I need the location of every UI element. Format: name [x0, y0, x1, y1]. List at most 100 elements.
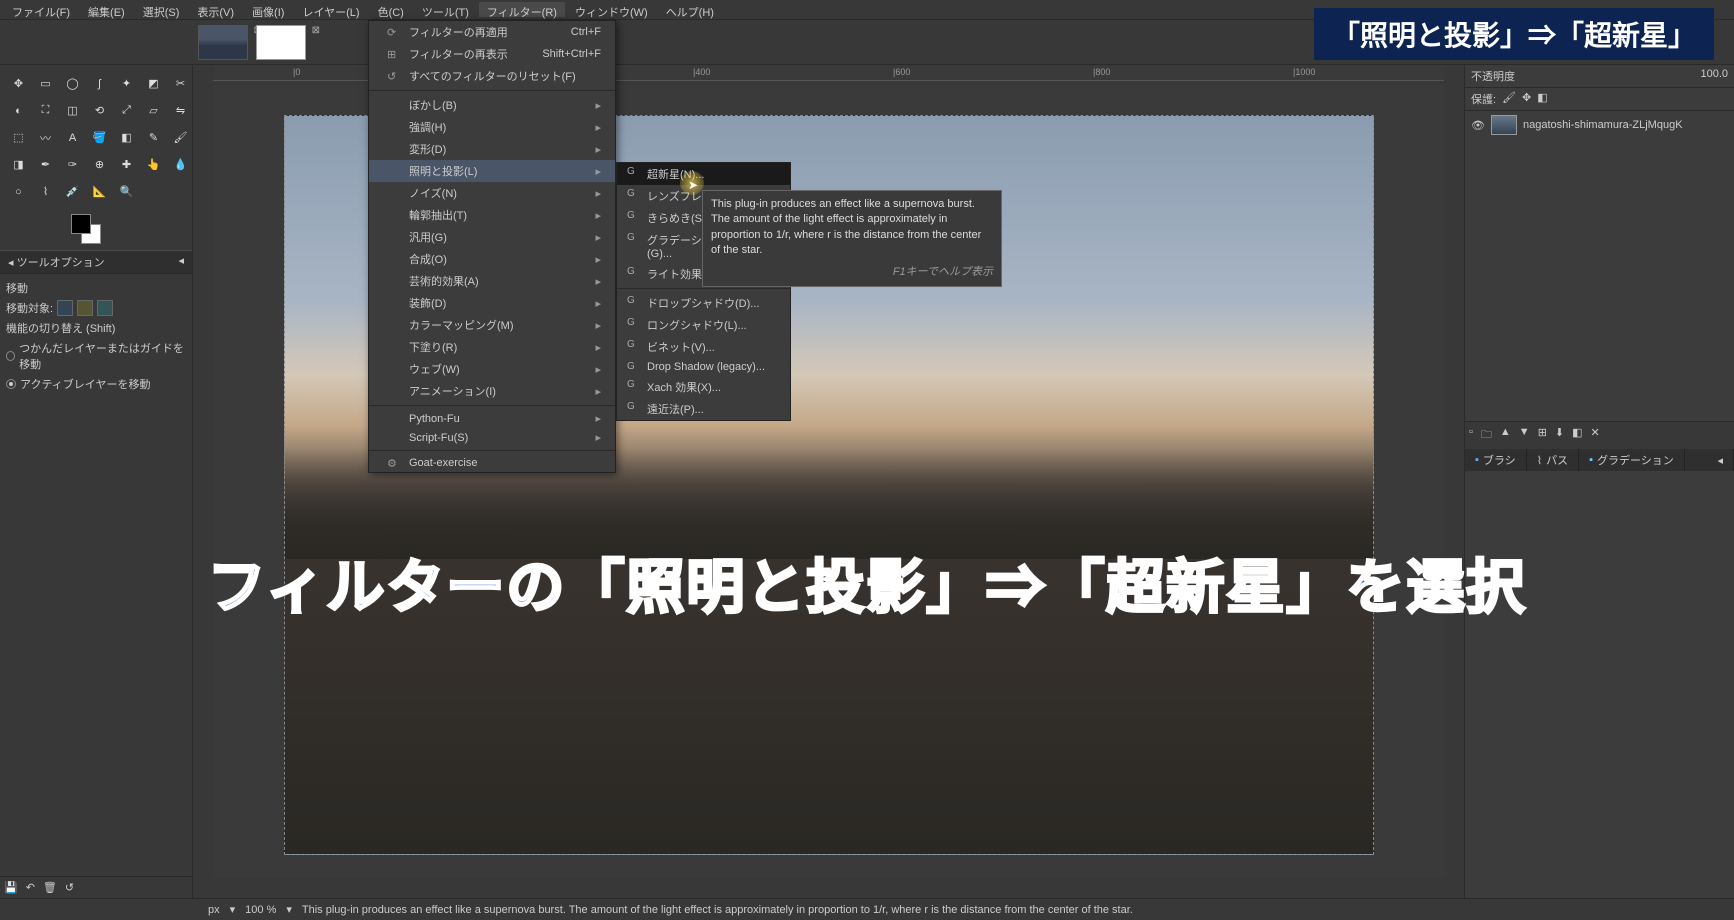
tab-menu-icon[interactable]: ◂ — [1707, 449, 1734, 471]
select-by-color-tool[interactable]: ◩ — [141, 71, 166, 96]
layer-thumbnail[interactable] — [1491, 115, 1517, 135]
blur-tool[interactable]: 💧 — [168, 152, 193, 177]
filter-map[interactable]: カラーマッピング(M)▸ — [369, 314, 615, 336]
fuzzy-select-tool[interactable]: ✦ — [114, 71, 139, 96]
dodge-tool[interactable]: ○ — [6, 179, 31, 204]
zoom-level[interactable]: 100 % — [245, 904, 276, 916]
lock-position-icon[interactable]: ✥ — [1522, 91, 1531, 107]
tab-gradients[interactable]: ▪グラデーション — [1579, 449, 1685, 471]
menu-filter[interactable]: フィルター(R) — [479, 2, 565, 17]
raise-layer-icon[interactable]: ▲ — [1500, 426, 1511, 445]
lower-layer-icon[interactable]: ▼ — [1519, 426, 1530, 445]
filter-python-fu[interactable]: Python-Fu▸ — [369, 409, 615, 428]
rect-select-tool[interactable]: ▭ — [33, 71, 58, 96]
delete-layer-icon[interactable]: ✕ — [1591, 426, 1600, 445]
reset-options-icon[interactable]: ↺ — [65, 881, 74, 894]
smudge-tool[interactable]: 👆 — [141, 152, 166, 177]
target-layer-icon[interactable] — [57, 300, 73, 316]
filter-animation[interactable]: アニメーション(I)▸ — [369, 380, 615, 402]
heal-tool[interactable]: ✚ — [114, 152, 139, 177]
tab-paths[interactable]: ⌇パス — [1527, 449, 1579, 471]
filter-light-shadow[interactable]: 照明と投影(L)▸ — [369, 160, 615, 182]
filter-script-fu[interactable]: Script-Fu(S)▸ — [369, 428, 615, 447]
filter-repeat[interactable]: ⟳フィルターの再適用Ctrl+F — [369, 21, 615, 43]
foreground-select-tool[interactable]: ◐ — [6, 98, 31, 123]
clone-tool[interactable]: ⊕ — [87, 152, 112, 177]
visibility-icon[interactable]: 👁 — [1471, 119, 1485, 132]
flip-tool[interactable]: ⇋ — [168, 98, 193, 123]
filter-artistic[interactable]: 芸術的効果(A)▸ — [369, 270, 615, 292]
foreground-color[interactable] — [71, 214, 91, 234]
drop-shadow-legacy-item[interactable]: GDrop Shadow (legacy)... — [617, 358, 790, 376]
menu-tools[interactable]: ツール(T) — [414, 2, 477, 17]
ink-tool[interactable]: ✑ — [60, 152, 85, 177]
menu-window[interactable]: ウィンドウ(W) — [567, 2, 656, 17]
gradient-tool[interactable]: ◧ — [114, 125, 139, 150]
filter-web[interactable]: ウェブ(W)▸ — [369, 358, 615, 380]
menu-image[interactable]: 画像(I) — [244, 2, 292, 17]
scale-tool[interactable]: ⤢ — [114, 98, 139, 123]
brush-tool[interactable]: 🖌 — [168, 125, 193, 150]
opacity-value[interactable]: 100.0 — [1700, 68, 1728, 84]
lock-alpha-icon[interactable]: ◧ — [1537, 91, 1547, 107]
warp-tool[interactable]: 〰 — [33, 125, 58, 150]
filter-enhance[interactable]: 強調(H)▸ — [369, 116, 615, 138]
mask-layer-icon[interactable]: ◧ — [1572, 426, 1582, 445]
menu-layer[interactable]: レイヤー(L) — [294, 2, 367, 17]
radio-active[interactable] — [6, 379, 16, 389]
menu-edit[interactable]: 編集(E) — [80, 2, 133, 17]
vignette-item[interactable]: Gビネット(V)... — [617, 336, 790, 358]
transform-tool[interactable]: ◫ — [60, 98, 85, 123]
image-tab-1[interactable]: ⊠ — [198, 25, 248, 60]
image-tab-2[interactable]: ⊠ — [256, 25, 306, 60]
long-shadow-item[interactable]: Gロングシャドウ(L)... — [617, 314, 790, 336]
measure-tool[interactable]: 📐 — [87, 179, 112, 204]
cage-tool[interactable]: ⬚ — [6, 125, 31, 150]
ellipse-select-tool[interactable]: ◯ — [60, 71, 85, 96]
menu-color[interactable]: 色(C) — [370, 2, 412, 17]
filter-blur[interactable]: ぼかし(B)▸ — [369, 94, 615, 116]
filter-distort[interactable]: 変形(D)▸ — [369, 138, 615, 160]
radio-grab[interactable] — [6, 351, 15, 361]
save-options-icon[interactable]: 💾 — [4, 881, 18, 894]
target-selection-icon[interactable] — [77, 300, 93, 316]
lasso-tool[interactable]: ʃ — [87, 71, 112, 96]
pencil-tool[interactable]: ✎ — [141, 125, 166, 150]
filter-reshow[interactable]: ⊞フィルターの再表示Shift+Ctrl+F — [369, 43, 615, 65]
xach-effect-item[interactable]: GXach 効果(X)... — [617, 376, 790, 398]
airbrush-tool[interactable]: ✒ — [33, 152, 58, 177]
color-picker-tool[interactable]: 💉 — [60, 179, 85, 204]
target-path-icon[interactable] — [97, 300, 113, 316]
unit-select[interactable]: px — [208, 904, 220, 916]
drop-shadow-item[interactable]: Gドロップシャドウ(D)... — [617, 292, 790, 314]
delete-options-icon[interactable]: 🗑 — [43, 881, 57, 894]
text-tool[interactable]: A — [60, 125, 85, 150]
menu-file[interactable]: ファイル(F) — [4, 2, 78, 17]
lock-pixels-icon[interactable]: 🖌 — [1502, 91, 1516, 107]
filter-reset-all[interactable]: ↺すべてのフィルターのリセット(F) — [369, 65, 615, 87]
zoom-tool[interactable]: 🔍 — [114, 179, 139, 204]
eraser-tool[interactable]: ◨ — [6, 152, 31, 177]
menu-select[interactable]: 選択(S) — [135, 2, 188, 17]
layer-row[interactable]: 👁 nagatoshi-shimamura-ZLjMqugK — [1465, 111, 1734, 139]
layer-name[interactable]: nagatoshi-shimamura-ZLjMqugK — [1523, 119, 1683, 131]
duplicate-layer-icon[interactable]: ⊞ — [1538, 426, 1547, 445]
perspective-item[interactable]: G遠近法(P)... — [617, 398, 790, 420]
filter-generic[interactable]: 汎用(G)▸ — [369, 226, 615, 248]
tab-brushes[interactable]: ▪ブラシ — [1465, 449, 1527, 471]
new-layer-icon[interactable]: ▫ — [1469, 426, 1473, 445]
move-tool[interactable]: ✥ — [6, 71, 31, 96]
filter-noise[interactable]: ノイズ(N)▸ — [369, 182, 615, 204]
perspective-tool[interactable]: ▱ — [141, 98, 166, 123]
path-tool[interactable]: ⌇ — [33, 179, 58, 204]
filter-render[interactable]: 下塗り(R)▸ — [369, 336, 615, 358]
bucket-tool[interactable]: 🪣 — [87, 125, 112, 150]
menu-help[interactable]: ヘルプ(H) — [658, 2, 722, 17]
panel-menu-icon[interactable]: ◂ — [178, 254, 184, 270]
merge-layer-icon[interactable]: ⬇ — [1555, 426, 1564, 445]
filter-decor[interactable]: 装飾(D)▸ — [369, 292, 615, 314]
color-swatch[interactable] — [71, 214, 101, 244]
filter-goat[interactable]: ⚙Goat-exercise — [369, 454, 615, 472]
new-group-icon[interactable]: 🗀 — [1481, 426, 1492, 445]
crop-tool[interactable]: ⛶ — [33, 98, 58, 123]
